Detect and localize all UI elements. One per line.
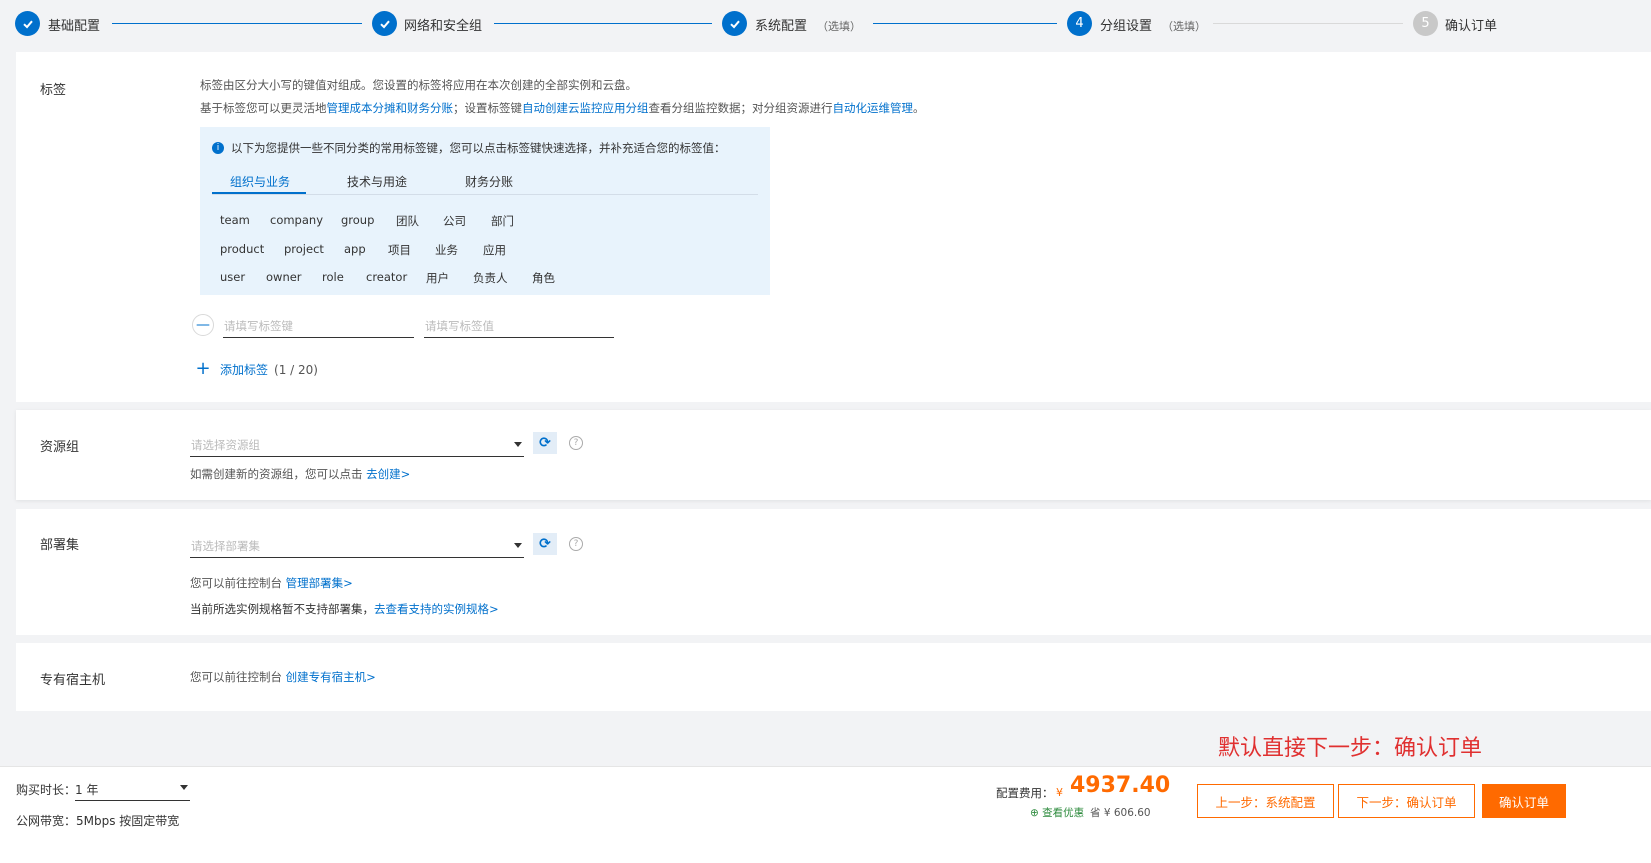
active-tab-indicator (212, 192, 306, 194)
tag-key-chip[interactable]: creator (366, 270, 407, 284)
step-connector (494, 23, 712, 24)
manage-deployment-set-link[interactable]: 管理部署集> (286, 576, 353, 590)
prev-step-button[interactable]: 上一步：系统配置 (1197, 784, 1334, 818)
duration-label: 购买时长： (16, 783, 77, 797)
cost-allocation-link[interactable]: 管理成本分摊和财务分账 (327, 101, 454, 115)
step-2-check-icon (372, 11, 397, 36)
caret-down-icon (514, 442, 522, 447)
tag-key-chip[interactable]: company (270, 213, 323, 227)
dedicated-host-hint: 您可以前往控制台 创建专有宿主机> (190, 670, 376, 684)
resource-group-section: 资源组 请选择资源组 ⟳ ? 如需创建新的资源组，您可以点击 去创建> (16, 410, 1651, 500)
step-3-check-icon (722, 11, 747, 36)
info-icon: i (212, 142, 224, 154)
resource-group-hint: 如需创建新的资源组，您可以点击 去创建> (190, 467, 411, 481)
plus-icon: + (195, 357, 211, 379)
tag-key-chip[interactable]: 角色 (532, 270, 555, 286)
caret-down-icon (514, 543, 522, 548)
add-tag-link[interactable]: 添加标签 (220, 363, 268, 377)
suggest-header: i 以下为您提供一些不同分类的常用标签键，您可以点击标签键快速选择，并补充适合您… (212, 140, 726, 156)
duration-select[interactable]: 1 年 (75, 775, 190, 801)
tag-key-chip[interactable]: 公司 (443, 213, 466, 229)
tag-value-input[interactable] (424, 314, 614, 338)
step-connector (112, 23, 362, 24)
step-1-check-icon (15, 11, 40, 36)
resource-group-label: 资源组 (40, 440, 80, 455)
step-4-number: 4 (1067, 11, 1092, 36)
tag-key-chip[interactable]: owner (266, 270, 302, 284)
resource-group-select[interactable]: 请选择资源组 (190, 431, 524, 457)
step-3-label: 系统配置 （选填） (755, 19, 862, 34)
tags-description-2: 基于标签您可以更灵活地管理成本分摊和财务分账；设置标签键自动创建云监控应用分组查… (200, 101, 925, 115)
tag-category-tabs: 组织与业务 技术与用途 财务分账 (212, 169, 758, 195)
tag-key-chip[interactable]: role (322, 270, 344, 284)
tag-key-chip[interactable]: 负责人 (473, 270, 508, 286)
add-tag-button[interactable]: + (192, 357, 214, 379)
tag-key-chip[interactable]: 用户 (426, 270, 449, 286)
tag-key-chip[interactable]: user (220, 270, 245, 284)
tag-key-chip[interactable]: 业务 (435, 242, 458, 258)
help-icon[interactable]: ? (569, 436, 583, 450)
tag-key-input[interactable] (223, 314, 414, 338)
tag-key-chip[interactable]: 应用 (483, 242, 506, 258)
refresh-icon: ⟳ (539, 536, 551, 552)
step-4-label: 分组设置 （选填） (1100, 19, 1207, 34)
tags-description-1: 标签由区分大小写的键值对组成。您设置的标签将应用在本次创建的全部实例和云盘。 (200, 78, 637, 92)
step-connector (873, 23, 1057, 24)
create-resource-group-link[interactable]: 去创建> (366, 467, 410, 481)
refresh-icon: ⟳ (539, 435, 551, 451)
total-price: 4937.40 (1070, 773, 1171, 798)
tag-key-chip[interactable]: project (284, 242, 324, 256)
automation-link[interactable]: 自动化运维管理 (833, 101, 914, 115)
monitor-group-link[interactable]: 自动创建云监控应用分组 (522, 101, 649, 115)
deployment-set-hint-2: 当前所选实例规格暂不支持部署集，去查看支持的实例规格> (190, 602, 499, 616)
view-discount-link[interactable]: ⊕ 查看优惠 (1030, 805, 1084, 820)
tab-organization[interactable]: 组织与业务 (230, 173, 290, 190)
currency-symbol: ¥ (1056, 786, 1063, 799)
tag-key-chip[interactable]: team (220, 213, 250, 227)
minus-icon: — (196, 317, 210, 333)
refresh-deployment-set-button[interactable]: ⟳ (533, 533, 557, 555)
step-connector (1213, 23, 1403, 24)
suggested-tags-box: i 以下为您提供一些不同分类的常用标签键，您可以点击标签键快速选择，并补充适合您… (200, 127, 770, 295)
tag-key-chip[interactable]: 项目 (388, 242, 411, 258)
suggest-title: 以下为您提供一些不同分类的常用标签键，您可以点击标签键快速选择，并补充适合您的标… (231, 141, 726, 155)
add-tag-text: 添加标签 (1 / 20) (220, 361, 318, 378)
tag-key-chip[interactable]: group (341, 213, 374, 227)
gift-icon: ⊕ (1030, 807, 1043, 819)
refresh-resource-group-button[interactable]: ⟳ (533, 432, 557, 454)
tags-label: 标签 (40, 83, 67, 98)
step-5-number: 5 (1413, 11, 1438, 36)
create-dedicated-host-link[interactable]: 创建专有宿主机> (286, 670, 376, 684)
tag-key-chip[interactable]: product (220, 242, 264, 256)
next-step-button[interactable]: 下一步：确认订单 (1338, 784, 1475, 818)
deployment-set-label: 部署集 (40, 538, 80, 553)
tag-key-chip[interactable]: app (344, 242, 366, 256)
deployment-set-select[interactable]: 请选择部署集 (190, 532, 524, 558)
deployment-set-section: 部署集 请选择部署集 ⟳ ? 您可以前往控制台 管理部署集> 当前所选实例规格暂… (16, 509, 1651, 635)
view-supported-specs-link[interactable]: 去查看支持的实例规格> (374, 602, 499, 616)
savings: 省 ¥ 606.60 (1090, 807, 1151, 819)
help-icon[interactable]: ? (569, 537, 583, 551)
order-footer: 购买时长： 1 年 公网带宽：5Mbps 按固定带宽 配置费用： ¥ 4937.… (0, 766, 1651, 863)
tab-technology[interactable]: 技术与用途 (347, 173, 407, 190)
tag-key-chip[interactable]: 团队 (396, 213, 419, 229)
deployment-set-hint-1: 您可以前往控制台 管理部署集> (190, 576, 353, 590)
price-label: 配置费用： (996, 786, 1054, 800)
caret-down-icon (180, 785, 188, 790)
tag-count: (1 / 20) (274, 363, 318, 377)
step-indicator: 基础配置 网络和安全组 系统配置 （选填） 4 分组设置 （选填） 5 确认订单 (0, 0, 1651, 48)
tags-section: 标签 标签由区分大小写的键值对组成。您设置的标签将应用在本次创建的全部实例和云盘… (16, 52, 1651, 402)
dedicated-host-label: 专有宿主机 (40, 673, 106, 688)
step-2-label: 网络和安全组 (404, 19, 483, 34)
tag-key-chip[interactable]: 部门 (491, 213, 514, 229)
dedicated-host-section: 专有宿主机 您可以前往控制台 创建专有宿主机> (16, 643, 1651, 711)
confirm-order-button[interactable]: 确认订单 (1482, 784, 1566, 818)
default-next-step-note: 默认直接下一步：确认订单 (1218, 736, 1483, 761)
tab-finance[interactable]: 财务分账 (465, 173, 513, 190)
remove-tag-button[interactable]: — (192, 314, 214, 336)
bandwidth-summary: 公网带宽：5Mbps 按固定带宽 (16, 814, 180, 828)
step-1-label: 基础配置 (48, 19, 101, 34)
step-5-label: 确认订单 (1445, 19, 1498, 34)
